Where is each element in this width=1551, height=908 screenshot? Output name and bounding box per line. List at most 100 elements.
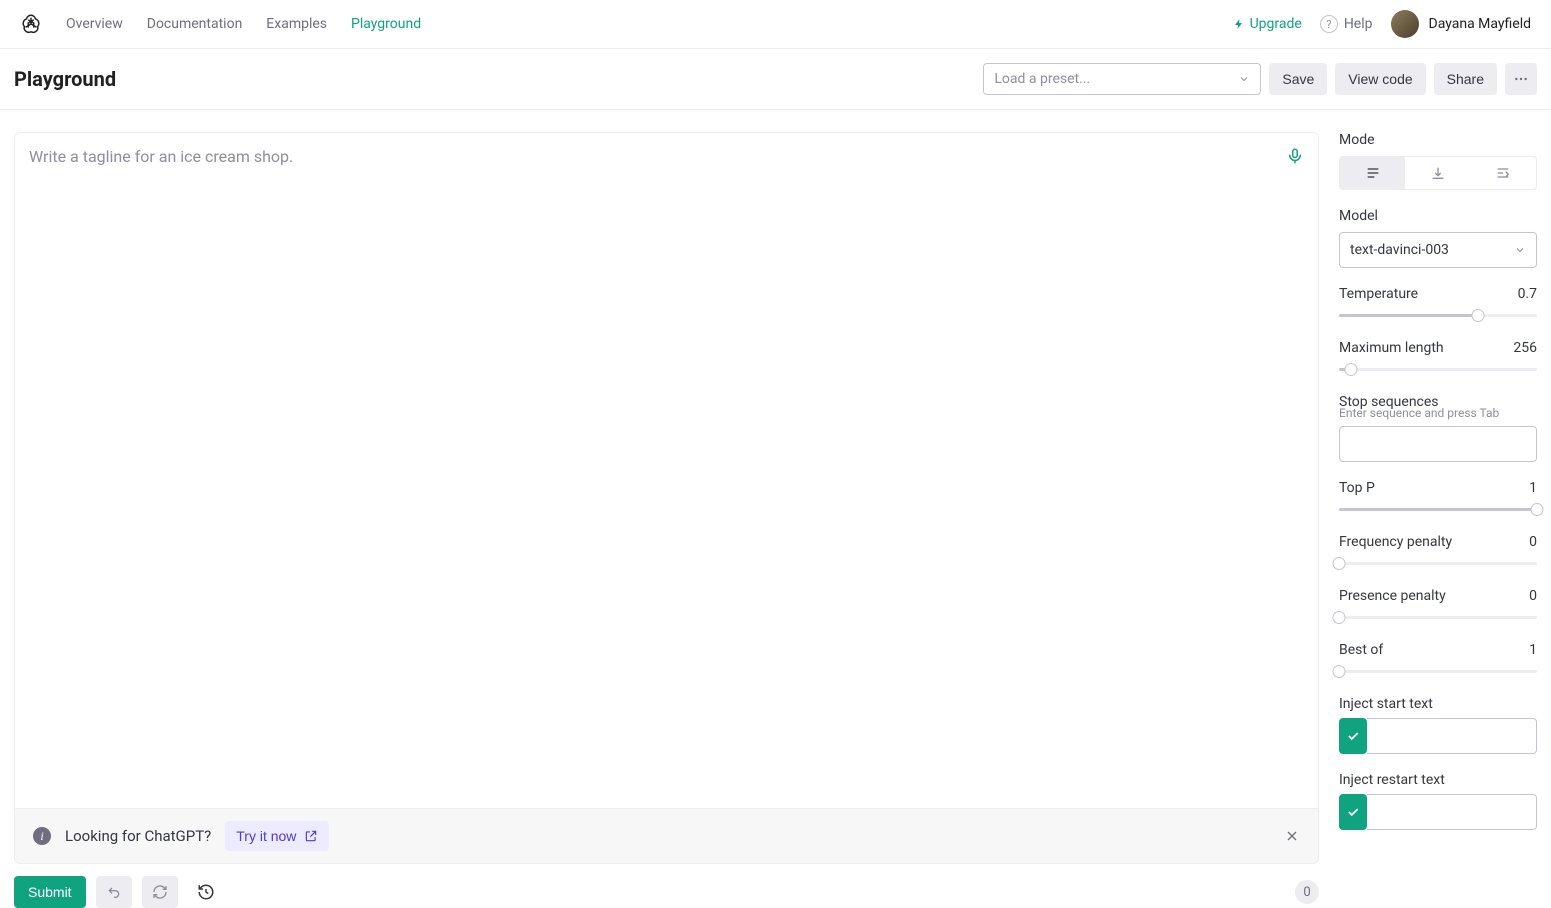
openai-logo-icon <box>20 13 42 35</box>
more-horizontal-icon <box>1513 71 1529 87</box>
top-p-slider[interactable] <box>1339 502 1537 516</box>
submit-row: Submit 0 <box>14 864 1319 908</box>
model-label: Model <box>1339 208 1537 224</box>
frequency-penalty-value: 0 <box>1529 534 1537 550</box>
inject-restart-label: Inject restart text <box>1339 772 1537 788</box>
inject-restart-input[interactable] <box>1367 794 1537 830</box>
user-menu[interactable]: Dayana Mayfield <box>1391 10 1532 38</box>
editor-box: Write a tagline for an ice cream shop. i… <box>14 132 1319 864</box>
settings-sidebar: Mode Model text-davinci-003 <box>1339 132 1537 908</box>
top-nav-right: Upgrade ? Help Dayana Mayfield <box>1233 10 1531 38</box>
top-p-value: 1 <box>1529 480 1537 496</box>
max-length-slider[interactable] <box>1339 362 1537 376</box>
complete-mode-icon <box>1365 165 1381 181</box>
max-length-label: Maximum length <box>1339 340 1444 356</box>
more-button[interactable] <box>1505 63 1537 95</box>
refresh-icon <box>152 884 168 900</box>
presence-penalty-slider[interactable] <box>1339 610 1537 624</box>
nav-links: Overview Documentation Examples Playgrou… <box>66 16 421 32</box>
nav-link-documentation[interactable]: Documentation <box>147 16 243 32</box>
sub-bar: Playground Load a preset... Save View co… <box>0 49 1551 110</box>
temperature-value: 0.7 <box>1518 286 1537 302</box>
nav-link-playground[interactable]: Playground <box>351 16 421 32</box>
undo-icon <box>106 884 122 900</box>
banner-text: Looking for ChatGPT? <box>65 827 211 845</box>
top-p-param: Top P 1 <box>1339 480 1537 516</box>
external-link-icon <box>304 829 318 843</box>
edit-mode-icon <box>1495 165 1511 181</box>
chevron-down-icon <box>1238 73 1250 85</box>
help-link[interactable]: ? Help <box>1320 15 1373 33</box>
action-bar: Load a preset... Save View code Share <box>983 63 1537 95</box>
mode-tabs <box>1339 156 1537 190</box>
mode-label: Mode <box>1339 132 1537 148</box>
token-count: 0 <box>1295 880 1319 904</box>
check-icon <box>1346 729 1360 743</box>
preset-select[interactable]: Load a preset... <box>983 63 1261 95</box>
best-of-value: 1 <box>1529 642 1537 658</box>
history-button[interactable] <box>188 876 224 908</box>
mode-tab-insert[interactable] <box>1405 157 1470 189</box>
temperature-slider[interactable] <box>1339 308 1537 322</box>
share-button[interactable]: Share <box>1434 63 1497 95</box>
chevron-down-icon <box>1514 244 1526 256</box>
info-icon: i <box>33 827 51 845</box>
help-icon: ? <box>1320 15 1338 33</box>
avatar <box>1391 10 1419 38</box>
max-length-param: Maximum length 256 <box>1339 340 1537 376</box>
max-length-value: 256 <box>1513 340 1537 356</box>
submit-button[interactable]: Submit <box>14 876 86 908</box>
frequency-penalty-label: Frequency penalty <box>1339 534 1452 550</box>
undo-button[interactable] <box>96 876 132 908</box>
view-code-button[interactable]: View code <box>1335 63 1425 95</box>
upgrade-label: Upgrade <box>1250 16 1302 32</box>
frequency-penalty-slider[interactable] <box>1339 556 1537 570</box>
mode-tab-edit[interactable] <box>1471 157 1536 189</box>
banner-close-button[interactable] <box>1284 828 1300 844</box>
inject-start-checkbox[interactable] <box>1339 718 1367 754</box>
microphone-icon[interactable] <box>1286 147 1304 165</box>
user-name: Dayana Mayfield <box>1429 16 1532 32</box>
regenerate-button[interactable] <box>142 876 178 908</box>
try-it-now-button[interactable]: Try it now <box>225 821 329 851</box>
save-button[interactable]: Save <box>1269 63 1327 95</box>
inject-start-label: Inject start text <box>1339 696 1537 712</box>
inject-restart-checkbox[interactable] <box>1339 794 1367 830</box>
temperature-param: Temperature 0.7 <box>1339 286 1537 322</box>
top-nav: Overview Documentation Examples Playgrou… <box>0 0 1551 49</box>
lightning-icon <box>1233 18 1245 30</box>
presence-penalty-label: Presence penalty <box>1339 588 1446 604</box>
nav-link-examples[interactable]: Examples <box>266 16 327 32</box>
top-p-label: Top P <box>1339 480 1375 496</box>
try-it-now-label: Try it now <box>236 828 296 844</box>
stop-sequences-section: Stop sequences Enter sequence and press … <box>1339 394 1537 462</box>
model-section: Model text-davinci-003 <box>1339 208 1537 268</box>
best-of-param: Best of 1 <box>1339 642 1537 678</box>
inject-start-input[interactable] <box>1367 718 1537 754</box>
best-of-label: Best of <box>1339 642 1383 658</box>
temperature-label: Temperature <box>1339 286 1418 302</box>
best-of-slider[interactable] <box>1339 664 1537 678</box>
prompt-textarea[interactable]: Write a tagline for an ice cream shop. <box>15 133 1318 808</box>
model-select[interactable]: text-davinci-003 <box>1339 232 1537 268</box>
insert-mode-icon <box>1430 165 1446 181</box>
editor-column: Write a tagline for an ice cream shop. i… <box>14 132 1319 908</box>
model-value: text-davinci-003 <box>1350 242 1449 258</box>
nav-link-overview[interactable]: Overview <box>66 16 123 32</box>
mode-tab-complete[interactable] <box>1340 157 1405 189</box>
inject-start-section: Inject start text <box>1339 696 1537 754</box>
main: Write a tagline for an ice cream shop. i… <box>0 110 1551 908</box>
check-icon <box>1346 805 1360 819</box>
stop-sequences-input[interactable] <box>1339 426 1537 462</box>
inject-restart-section: Inject restart text <box>1339 772 1537 830</box>
preset-placeholder: Load a preset... <box>994 71 1090 87</box>
presence-penalty-value: 0 <box>1529 588 1537 604</box>
history-icon <box>197 883 215 901</box>
chatgpt-banner: i Looking for ChatGPT? Try it now <box>15 808 1318 863</box>
mode-section: Mode <box>1339 132 1537 190</box>
help-label: Help <box>1344 16 1373 32</box>
page-title: Playground <box>14 67 116 91</box>
upgrade-link[interactable]: Upgrade <box>1233 16 1302 32</box>
prompt-placeholder: Write a tagline for an ice cream shop. <box>29 147 293 166</box>
frequency-penalty-param: Frequency penalty 0 <box>1339 534 1537 570</box>
